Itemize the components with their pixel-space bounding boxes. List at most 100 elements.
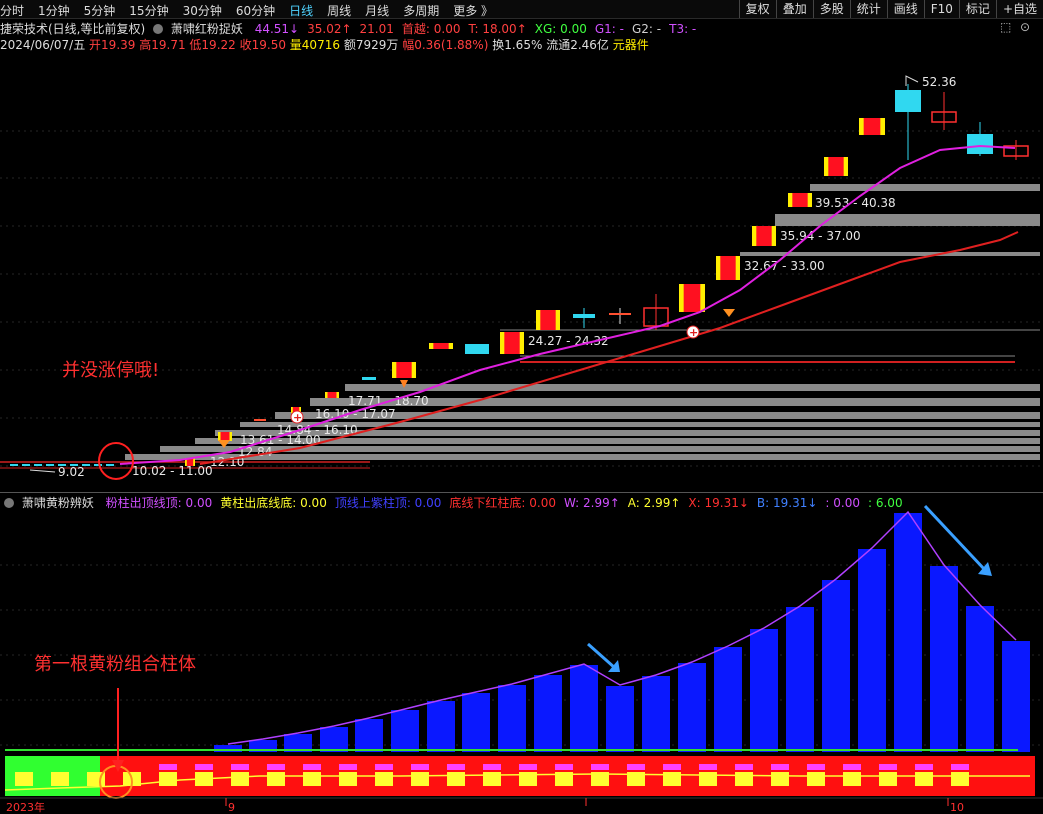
yellow-block — [699, 772, 717, 786]
candle-core — [828, 157, 844, 176]
annotation-circle — [98, 442, 134, 480]
yellow-block — [735, 772, 753, 786]
yellow-block — [375, 772, 393, 786]
yellow-block — [915, 772, 933, 786]
month-label: 9 — [228, 801, 235, 814]
sub-indicator-name[interactable]: 萧啸黄粉辨妖 — [22, 496, 94, 510]
yellow-block — [267, 772, 285, 786]
pink-block — [771, 764, 789, 770]
candle-core — [327, 392, 337, 398]
pink-block — [735, 764, 753, 770]
candle-core — [683, 284, 701, 312]
zone-label: 32.67 - 33.00 — [744, 259, 825, 273]
pink-block — [483, 764, 501, 770]
sub-indicator-value: 粉柱出顶线顶: 0.00 — [105, 496, 213, 510]
indicator-bar — [930, 566, 958, 752]
yellow-block — [303, 772, 321, 786]
zone-label: 35.94 - 37.00 — [780, 229, 861, 243]
candle-body — [573, 314, 595, 318]
yellow-block — [411, 772, 429, 786]
year-label: 2023年 — [6, 800, 45, 814]
pink-block — [519, 764, 537, 770]
pink-block — [951, 764, 969, 770]
candle-core — [396, 362, 412, 378]
diamond-signal-icon — [723, 309, 735, 317]
pink-block — [699, 764, 717, 770]
indicator-bar — [606, 686, 634, 752]
yellow-block — [483, 772, 501, 786]
candle-core — [540, 310, 556, 330]
pink-block — [663, 764, 681, 770]
pink-block — [411, 764, 429, 770]
panel-separator — [0, 492, 1043, 493]
pink-block — [159, 764, 177, 770]
candle-core — [433, 343, 449, 349]
candle-core — [720, 256, 736, 280]
candle-body — [465, 344, 489, 354]
candle-core — [220, 432, 230, 441]
candle-core — [863, 118, 881, 135]
indicator-bar — [858, 549, 886, 752]
high-price-label: 52.36 — [922, 75, 956, 89]
indicator-bar — [534, 675, 562, 752]
yellow-block — [159, 772, 177, 786]
yellow-block — [771, 772, 789, 786]
yellow-block — [51, 772, 69, 786]
candle-body — [967, 134, 993, 154]
pink-block — [591, 764, 609, 770]
sub-indicator-value: : 0.00 — [825, 496, 860, 510]
yellow-block — [447, 772, 465, 786]
pink-block — [879, 764, 897, 770]
sub-indicator-value: 底线下红柱底: 0.00 — [449, 496, 556, 510]
zone-label: 39.53 - 40.38 — [815, 196, 896, 210]
zone-label: 16.10 - 17.07 — [315, 407, 396, 421]
indicator-bar — [427, 701, 455, 752]
sub-indicator-value: 黄柱出底线底: 0.00 — [220, 496, 327, 510]
support-zone — [810, 184, 1040, 191]
sub-indicator-value: X: 19.31↓ — [688, 496, 749, 510]
support-zone — [775, 214, 1040, 226]
pink-block — [807, 764, 825, 770]
pink-block — [303, 764, 321, 770]
indicator-bar — [642, 676, 670, 752]
kline-chart[interactable]: 39.53 - 40.38 35.94 - 37.00 32.67 - 33.00 2… — [0, 0, 1043, 814]
sub-indicator-value: W: 2.99↑ — [563, 496, 620, 510]
settings-icon[interactable] — [4, 498, 14, 508]
indicator-bar — [462, 693, 490, 752]
signal-plus-text: + — [689, 326, 698, 339]
trend-arrow — [923, 504, 987, 572]
pink-block — [627, 764, 645, 770]
yellow-block — [879, 772, 897, 786]
support-zone — [345, 384, 1040, 391]
yellow-block — [843, 772, 861, 786]
pink-block — [339, 764, 357, 770]
candle-core — [792, 193, 808, 207]
pink-block — [231, 764, 249, 770]
indicator-bar — [1002, 641, 1030, 752]
pink-block — [195, 764, 213, 770]
annotation-first-bar: 第一根黄粉组合柱体 — [34, 654, 196, 675]
indicator-bar — [786, 607, 814, 752]
pink-block — [375, 764, 393, 770]
yellow-block — [807, 772, 825, 786]
sub-indicator-value: : 6.00 — [868, 496, 903, 510]
zone-label: 10.02 - 11.00 — [132, 464, 213, 478]
indicator-bar — [391, 710, 419, 752]
yellow-block — [231, 772, 249, 786]
annotation-no-limit-up: 并没涨停哦! — [62, 360, 160, 381]
indicator-bar — [966, 606, 994, 752]
low-price-label: 9.02 — [58, 465, 85, 479]
low-price-marker — [29, 469, 56, 473]
indicator-bar — [355, 719, 383, 752]
candle-body — [895, 90, 921, 112]
candle-core — [504, 332, 520, 354]
signal-plus-text: + — [293, 411, 302, 424]
sub-indicator-value: 顶线上紫柱顶: 0.00 — [334, 496, 442, 510]
indicator-bar — [570, 665, 598, 752]
indicator-bar — [714, 647, 742, 752]
sub-indicator-bar: 萧啸黄粉辨妖 粉柱出顶线顶: 0.00 黄柱出底线底: 0.00 顶线上紫柱顶: 0… — [0, 494, 1043, 510]
sub-indicator-value: B: 19.31↓ — [756, 496, 818, 510]
support-zone — [240, 422, 1040, 427]
indicator-bar — [894, 513, 922, 752]
trend-arrow — [587, 642, 616, 670]
